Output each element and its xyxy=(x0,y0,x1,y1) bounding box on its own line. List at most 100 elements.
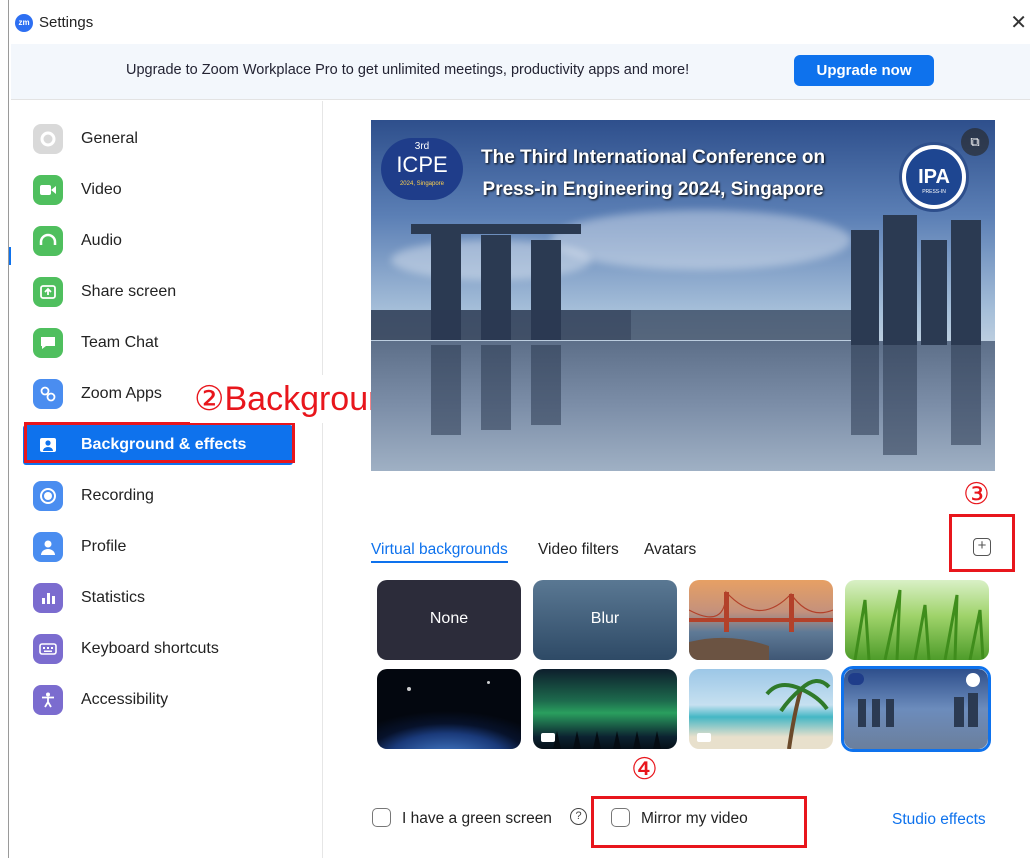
preview-reflection xyxy=(883,345,917,455)
preview-reflection xyxy=(531,345,561,425)
green-screen-checkbox[interactable] xyxy=(372,808,391,827)
sidebar-item-accessibility[interactable]: Accessibility xyxy=(23,680,293,720)
green-screen-label: I have a green screen xyxy=(402,810,552,827)
add-background-plus-icon[interactable]: + xyxy=(973,538,991,556)
thumb-tree xyxy=(593,731,601,749)
preview-title-line2: Press-in Engineering 2024, Singapore xyxy=(482,179,824,200)
sidebar-item-general[interactable]: General xyxy=(23,119,293,159)
thumb-star xyxy=(407,687,411,691)
mirror-video-checkbox[interactable] xyxy=(611,808,630,827)
window-title: Settings xyxy=(39,14,94,31)
video-camera-icon xyxy=(33,175,63,205)
sidebar-item-label: Accessibility xyxy=(81,691,169,708)
profile-icon xyxy=(33,532,63,562)
banner-text: Upgrade to Zoom Workplace Pro to get unl… xyxy=(126,62,690,78)
icpe-logo: 3rd ICPE 2024, Singapore xyxy=(381,138,463,200)
pop-out-icon[interactable]: ⧉ xyxy=(961,128,989,156)
thumb-label: None xyxy=(429,610,469,627)
tab-video-filters[interactable]: Video filters xyxy=(538,541,619,559)
bar-chart-icon xyxy=(33,583,63,613)
sidebar-item-statistics[interactable]: Statistics xyxy=(23,578,293,618)
preview-shoreline xyxy=(631,310,851,340)
sidebar-item-label: Audio xyxy=(81,232,122,249)
video-camera-icon xyxy=(697,733,711,742)
preview-reflection xyxy=(851,345,879,435)
headphones-icon xyxy=(33,226,63,256)
sidebar-item-keyboard-shortcuts[interactable]: Keyboard shortcuts xyxy=(23,629,293,669)
icpe-logo-subtext: 2024, Singapore xyxy=(399,181,445,187)
thumb-tree xyxy=(633,731,641,749)
apps-icon xyxy=(33,379,63,409)
sidebar-item-team-chat[interactable]: Team Chat xyxy=(23,323,293,363)
sidebar-item-label: Team Chat xyxy=(81,334,159,351)
annotation-label-4: ④ xyxy=(631,753,658,786)
video-preview: 3rd ICPE 2024, Singapore The Third Inter… xyxy=(371,120,995,471)
settings-window: zm Settings ✕ Upgrade to Zoom Workplace … xyxy=(8,0,1030,858)
icpe-logo-text: ICPE xyxy=(396,152,448,177)
sidebar-scroll-indicator xyxy=(9,247,11,265)
sidebar-item-video[interactable]: Video xyxy=(23,170,293,210)
thumb-tree xyxy=(653,731,661,749)
studio-effects-link[interactable]: Studio effects xyxy=(892,811,986,829)
ipa-logo-subtext: PRESS-IN xyxy=(922,189,946,195)
upgrade-banner: Upgrade to Zoom Workplace Pro to get unl… xyxy=(11,44,1030,100)
sidebar-item-recording[interactable]: Recording xyxy=(23,476,293,516)
preview-skypark xyxy=(411,224,581,234)
preview-reflection xyxy=(481,345,511,430)
sidebar-item-label: Video xyxy=(81,181,122,198)
chat-icon xyxy=(33,328,63,358)
annotation-box-background-effects xyxy=(24,422,295,463)
settings-sidebar: General Video Audio Share screen Team Ch xyxy=(9,101,323,858)
sidebar-item-label: Profile xyxy=(81,538,127,555)
preview-reflection xyxy=(951,345,981,445)
background-thumb-beach-palm[interactable] xyxy=(689,669,833,749)
upgrade-now-button[interactable]: Upgrade now xyxy=(794,55,934,86)
video-camera-icon xyxy=(541,733,555,742)
share-screen-icon xyxy=(33,277,63,307)
icpe-logo-ordinal: 3rd xyxy=(414,141,430,152)
preview-title-line1: The Third International Conference on xyxy=(481,147,826,168)
sidebar-item-label: Share screen xyxy=(81,283,177,300)
thumb-tree xyxy=(573,731,581,749)
preview-building xyxy=(883,215,917,345)
accessibility-icon xyxy=(33,685,63,715)
zoom-logo-icon: zm xyxy=(15,14,33,32)
sidebar-item-label: Zoom Apps xyxy=(81,385,162,402)
ipa-logo: IPA PRESS-IN xyxy=(899,142,969,212)
preview-building xyxy=(921,240,947,345)
mirror-video-label: Mirror my video xyxy=(641,810,748,827)
close-icon[interactable]: ✕ xyxy=(1010,10,1027,35)
tab-virtual-backgrounds[interactable]: Virtual backgrounds xyxy=(371,541,508,563)
preview-building xyxy=(951,220,981,345)
title-bar: zm Settings ✕ xyxy=(9,0,1030,44)
preview-reflection xyxy=(431,345,461,435)
tab-avatars[interactable]: Avatars xyxy=(644,541,696,559)
thumb-star xyxy=(487,681,490,684)
selected-background-outline xyxy=(841,666,991,752)
record-icon xyxy=(33,481,63,511)
gear-icon xyxy=(33,124,63,154)
sidebar-item-label: Statistics xyxy=(81,589,146,606)
annotation-label-3: ③ xyxy=(963,478,990,511)
thumb-label: Blur xyxy=(590,610,620,627)
help-question-icon[interactable]: ? xyxy=(570,808,587,825)
sidebar-item-label: Keyboard shortcuts xyxy=(81,640,219,657)
sidebar-item-label: General xyxy=(81,130,138,147)
preview-conference-title: The Third International Conference on Pr… xyxy=(481,142,825,206)
sidebar-item-share-screen[interactable]: Share screen xyxy=(23,272,293,312)
preview-building xyxy=(851,230,879,345)
background-thumb-none[interactable]: None xyxy=(377,580,521,660)
preview-shoreline xyxy=(371,310,631,340)
sidebar-item-audio[interactable]: Audio xyxy=(23,221,293,261)
background-thumb-aurora[interactable] xyxy=(533,669,677,749)
sidebar-item-label: Recording xyxy=(81,487,154,504)
background-thumb-grass[interactable] xyxy=(845,580,989,660)
background-thumb-golden-gate-bridge[interactable] xyxy=(689,580,833,660)
background-thumb-earth-from-space[interactable] xyxy=(377,669,521,749)
preview-cloud xyxy=(551,210,851,270)
thumb-tree xyxy=(613,731,621,749)
sidebar-item-profile[interactable]: Profile xyxy=(23,527,293,567)
keyboard-icon xyxy=(33,634,63,664)
background-thumb-blur[interactable]: Blur xyxy=(533,580,677,660)
ipa-logo-text: IPA xyxy=(906,149,962,205)
